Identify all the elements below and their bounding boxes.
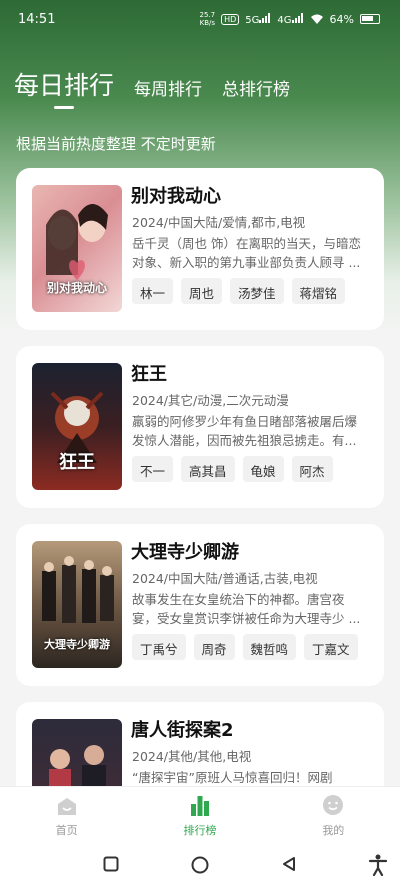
cast-tag[interactable]: 魏哲鸣 [242, 634, 297, 660]
system-navigation-bar [0, 844, 400, 888]
cast-tag[interactable]: 龟娘 [242, 456, 284, 482]
cast-tag[interactable]: 周奇 [193, 634, 235, 660]
tab-ranking-label: 排行榜 [183, 823, 217, 837]
ranking-tabs: 每日排行 每周排行 总排行榜 [14, 66, 290, 109]
cast-tag[interactable]: 林一 [132, 278, 174, 304]
cast-tag[interactable]: 不一 [132, 456, 174, 482]
cast-tag[interactable]: 汤梦佳 [230, 278, 284, 304]
cast-tag[interactable]: 高其昌 [181, 456, 235, 482]
cast-tag[interactable]: 周也 [181, 278, 223, 304]
home-circle-icon[interactable] [191, 856, 209, 874]
tab-ranking[interactable]: 排行榜 [160, 794, 240, 838]
back-icon[interactable] [281, 856, 297, 872]
bottom-tab-bar: 首页 排行榜 我的 [0, 786, 400, 844]
page-subtitle: 根据当前热度整理 不定时更新 [16, 135, 216, 153]
card-meta: 2024/其他/其他,电视 [132, 749, 252, 764]
card-title: 唐人街探案2 [131, 720, 234, 741]
status-icons: 25.7 KB/s HD 5G 4G 64% [200, 11, 380, 27]
cast-tag[interactable]: 阿杰 [291, 456, 333, 482]
status-bar: 14:51 25.7 KB/s HD 5G 4G 64% [0, 0, 400, 38]
cast-tags: 林一 周也 汤梦佳 蒋熠铭 [132, 278, 346, 304]
card-meta: 2024/中国大陆/普通话,古装,电视 [132, 571, 318, 586]
battery-percent: 64% [329, 12, 354, 26]
tab-indicator [54, 106, 74, 109]
card-meta: 2024/中国大陆/爱情,都市,电视 [132, 215, 306, 230]
cast-tag[interactable]: 丁嘉文 [304, 634, 358, 660]
smile-icon [293, 794, 373, 816]
tab-daily[interactable]: 每日排行 [14, 66, 114, 109]
card-title: 别对我动心 [131, 186, 221, 207]
status-time: 14:51 [18, 11, 56, 27]
ranking-card[interactable]: 别对我动心 别对我动心 2024/中国大陆/爱情,都市,电视 岳千灵（周也 饰）… [16, 168, 384, 330]
poster-title: 狂王 [59, 452, 95, 473]
home-icon [27, 794, 107, 816]
ranking-card[interactable]: 狂王 狂王 2024/其它/动漫,二次元动漫 羸弱的阿修罗少年有鱼日睹部落被屠后… [16, 346, 384, 508]
card-meta: 2024/其它/动漫,二次元动漫 [132, 393, 289, 408]
bar-chart-icon [160, 794, 240, 816]
cast-tag[interactable]: 蒋熠铭 [291, 278, 346, 304]
poster-title: 大理寺少卿游 [44, 638, 110, 651]
hd-icon: HD [221, 13, 240, 25]
cast-tags: 不一 高其昌 龟娘 阿杰 [132, 456, 333, 482]
card-title: 大理寺少卿游 [131, 542, 239, 563]
tab-home[interactable]: 首页 [27, 794, 107, 838]
accessibility-icon[interactable] [368, 854, 388, 876]
poster-image: 别对我动心 [32, 185, 122, 312]
tab-home-label: 首页 [55, 823, 78, 837]
tab-profile[interactable]: 我的 [293, 794, 373, 838]
cast-tags: 丁禹兮 周奇 魏哲鸣 丁嘉文 [132, 634, 358, 660]
signal-4g-icon: 4G [277, 12, 303, 26]
poster-title: 别对我动心 [46, 281, 107, 295]
card-description: 岳千灵（周也 饰）在离职的当天，与暗恋对象、新入职的第九事业部负责人顾寻 ... [132, 236, 361, 270]
card-description: 故事发生在女皇统治下的神都。唐宫夜宴，受女皇赏识李饼被任命为大理寺少 ... [132, 592, 361, 626]
card-description: 羸弱的阿修罗少年有鱼日睹部落被屠后爆发惊人潜能，因而被先祖狼忌掳走。有... [132, 414, 358, 448]
ranking-card[interactable]: 大理寺少卿游 大理寺少卿游 2024/中国大陆/普通话,古装,电视 故事发生在女… [16, 524, 384, 686]
tab-profile-label: 我的 [322, 823, 345, 837]
wifi-icon [310, 14, 323, 24]
tab-weekly[interactable]: 每周排行 [134, 75, 202, 102]
poster-image: 狂王 [32, 363, 122, 490]
recents-icon[interactable] [103, 856, 119, 872]
cast-tag[interactable]: 丁禹兮 [132, 634, 186, 660]
card-title: 狂王 [131, 364, 167, 385]
tab-overall[interactable]: 总排行榜 [222, 75, 290, 102]
network-speed: 25.7 KB/s [199, 11, 216, 27]
battery-icon [360, 14, 380, 24]
poster-image: 大理寺少卿游 [32, 541, 122, 668]
signal-5g-icon: 5G [245, 12, 271, 26]
